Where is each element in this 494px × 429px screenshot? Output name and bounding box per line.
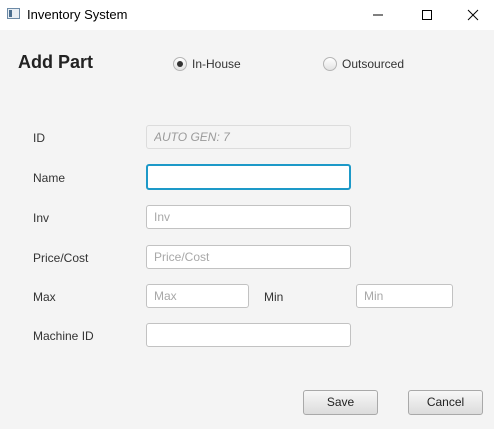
min-label: Min xyxy=(264,290,284,304)
price-cost-label: Price/Cost xyxy=(33,251,89,265)
close-button[interactable] xyxy=(450,0,494,30)
name-field[interactable] xyxy=(146,164,351,190)
machine-id-label: Machine ID xyxy=(33,329,94,343)
in-house-radio[interactable]: In-House xyxy=(173,55,241,73)
minimize-icon xyxy=(373,14,383,16)
close-icon xyxy=(467,9,479,21)
id-field xyxy=(146,125,351,149)
page-title: Add Part xyxy=(18,52,94,72)
window-title: Inventory System xyxy=(27,7,128,22)
save-button[interactable]: Save xyxy=(303,390,378,415)
app-icon xyxy=(7,8,20,19)
inv-label: Inv xyxy=(33,211,50,225)
min-field[interactable] xyxy=(356,284,453,308)
title-bar: Inventory System xyxy=(0,0,494,30)
id-label: ID xyxy=(33,131,45,145)
outsourced-label: Outsourced xyxy=(342,57,405,71)
outsourced-radio[interactable]: Outsourced xyxy=(323,55,404,73)
max-label: Max xyxy=(33,290,56,304)
price-cost-field[interactable] xyxy=(146,245,351,269)
in-house-label: In-House xyxy=(192,57,241,71)
machine-id-field[interactable] xyxy=(146,323,351,347)
minimize-button[interactable] xyxy=(355,0,401,30)
inv-field[interactable] xyxy=(146,205,351,229)
maximize-icon xyxy=(422,10,432,20)
radio-indicator xyxy=(323,57,337,71)
max-field[interactable] xyxy=(146,284,249,308)
name-label: Name xyxy=(33,171,66,185)
cancel-button[interactable]: Cancel xyxy=(408,390,483,415)
radio-indicator-selected xyxy=(173,57,187,71)
maximize-button[interactable] xyxy=(404,0,450,30)
